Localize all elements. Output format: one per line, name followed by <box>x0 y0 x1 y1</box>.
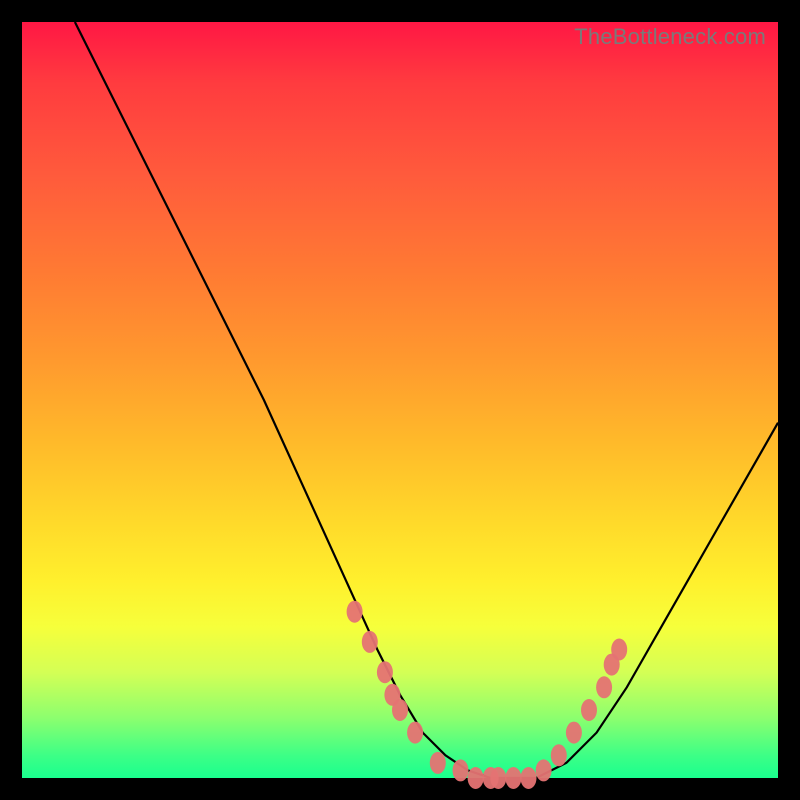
curve-marker <box>453 759 469 781</box>
curve-marker <box>392 699 408 721</box>
curve-marker <box>611 639 627 661</box>
curve-marker <box>430 752 446 774</box>
curve-marker <box>377 661 393 683</box>
plot-area: TheBottleneck.com <box>22 22 778 778</box>
curve-marker <box>536 759 552 781</box>
curve-marker <box>581 699 597 721</box>
bottleneck-curve <box>22 22 778 778</box>
curve-marker <box>362 631 378 653</box>
curve-marker <box>347 601 363 623</box>
curve-marker <box>521 767 537 789</box>
curve-marker <box>468 767 484 789</box>
curve-line <box>75 22 778 778</box>
curve-marker <box>505 767 521 789</box>
curve-marker <box>407 722 423 744</box>
curve-marker <box>490 767 506 789</box>
chart-frame: TheBottleneck.com <box>0 0 800 800</box>
curve-marker <box>551 744 567 766</box>
curve-marker <box>566 722 582 744</box>
curve-markers <box>347 601 628 789</box>
curve-marker <box>596 676 612 698</box>
